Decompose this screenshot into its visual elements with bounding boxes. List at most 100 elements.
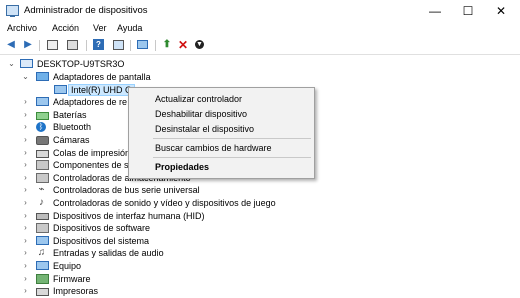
chevron-right-icon[interactable]: ›	[22, 197, 29, 209]
help-icon[interactable]: ?	[93, 39, 105, 51]
uninstall-icon[interactable]: ✕	[177, 39, 189, 51]
menu-separator	[153, 157, 311, 158]
chevron-down-icon[interactable]: ⌄	[22, 71, 29, 83]
battery-icon	[36, 111, 49, 120]
toolbar: ◀ ▶ ? ⬆ ✕ ▼	[0, 37, 520, 55]
chevron-right-icon[interactable]: ›	[22, 260, 29, 272]
tree-root[interactable]: ⌄ DESKTOP-U9TSR3O	[0, 58, 520, 71]
tree-category-item[interactable]: › Equipo	[0, 260, 520, 273]
tree-category-item[interactable]: › ⌁ Controladoras de bus serie universal	[0, 184, 520, 197]
chevron-right-icon[interactable]: ›	[22, 172, 29, 184]
tree-item-label: Firmware	[53, 273, 91, 284]
back-icon[interactable]: ◀	[5, 39, 17, 51]
tree-item-label: Controladoras de sonido y vídeo y dispos…	[53, 198, 276, 208]
display-adapter-icon	[36, 72, 49, 81]
tree-item-label: Colas de impresión	[53, 147, 131, 158]
menu-accion[interactable]: Acción	[52, 23, 79, 33]
scan-icon[interactable]	[136, 39, 148, 51]
window-title: Administrador de dispositivos	[24, 5, 148, 16]
close-button[interactable]: ✕	[484, 0, 518, 22]
chevron-right-icon[interactable]: ›	[22, 159, 29, 171]
tree-item-label: Equipo	[53, 261, 82, 271]
chevron-right-icon[interactable]: ›	[22, 247, 29, 259]
tree-item-label: Dispositivos de software	[53, 223, 151, 234]
action-view-icon[interactable]	[112, 39, 124, 51]
menu-bar: Archivo Acción Ver Ayuda	[0, 22, 520, 36]
add-driver-icon[interactable]: ⬆	[161, 39, 173, 51]
update-icon[interactable]: ▼	[194, 39, 206, 51]
tree-category-item[interactable]: › ♫ Entradas y salidas de audio	[0, 247, 520, 260]
tree-item-label: Intel(R) UHD G	[68, 83, 136, 97]
tree-item-label: Cámaras	[53, 135, 90, 145]
menu-item-disable-device[interactable]: Deshabilitar dispositivo	[155, 109, 247, 119]
software-device-icon	[36, 223, 49, 234]
context-menu: Actualizar controlador Deshabilitar disp…	[128, 87, 315, 179]
chevron-right-icon[interactable]: ›	[22, 273, 29, 285]
chevron-right-icon[interactable]: ›	[22, 235, 29, 247]
menu-item-properties[interactable]: Propiedades	[155, 162, 209, 172]
device-manager-icon	[6, 5, 19, 17]
tree-item-label: Entradas y salidas de audio	[53, 248, 164, 259]
menu-archivo[interactable]: Archivo	[7, 23, 37, 33]
bluetooth-icon: ᛒ	[36, 122, 46, 133]
chevron-right-icon[interactable]: ›	[22, 210, 29, 222]
menu-item-update-driver[interactable]: Actualizar controlador	[155, 94, 242, 104]
menu-ver[interactable]: Ver	[93, 23, 107, 33]
tree-item-label: Dispositivos de interfaz humana (HID)	[53, 210, 205, 221]
tree-item-label: Baterías	[53, 109, 87, 120]
tree-item-label: Impresoras	[53, 286, 99, 297]
storage-controller-icon	[36, 172, 49, 183]
title-bar: Administrador de dispositivos — ☐ ✕	[0, 0, 520, 22]
tree-root-label: DESKTOP-U9TSR3O	[37, 59, 125, 69]
forward-icon[interactable]: ▶	[22, 39, 34, 51]
tree-item-label: Adaptadores de re	[53, 97, 128, 108]
chevron-right-icon[interactable]: ›	[22, 121, 29, 133]
tree-category-item[interactable]: › Impresoras	[0, 285, 520, 298]
show-hidden-icon[interactable]	[66, 39, 78, 51]
tree-category-item[interactable]: › Dispositivos de interfaz humana (HID)	[0, 210, 520, 223]
monitor-icon	[54, 84, 67, 94]
chevron-right-icon[interactable]: ›	[22, 285, 29, 297]
firmware-icon	[36, 273, 49, 284]
software-component-icon	[36, 160, 49, 171]
hid-icon	[36, 212, 49, 220]
tree-category-item[interactable]: › Firmware	[0, 273, 520, 286]
menu-separator	[153, 138, 311, 139]
maximize-button[interactable]: ☐	[451, 0, 485, 22]
menu-ayuda[interactable]: Ayuda	[117, 23, 142, 33]
properties-icon[interactable]	[46, 39, 58, 51]
system-device-icon	[36, 235, 49, 245]
tree-category-item[interactable]: ⌄ Adaptadores de pantalla	[0, 71, 520, 84]
network-adapter-icon	[36, 97, 49, 107]
menu-item-scan-hardware[interactable]: Buscar cambios de hardware	[155, 143, 272, 153]
sound-icon: ♪	[39, 197, 44, 208]
chevron-right-icon[interactable]: ›	[22, 222, 29, 234]
toolbar-separator	[155, 40, 156, 51]
toolbar-separator	[130, 40, 131, 51]
minimize-button[interactable]: —	[418, 0, 452, 22]
tree-category-item[interactable]: › Dispositivos del sistema	[0, 235, 520, 248]
computer-icon	[20, 59, 33, 68]
tree-item-label: Bluetooth	[53, 122, 92, 133]
chevron-right-icon[interactable]: ›	[22, 96, 29, 108]
chevron-down-icon[interactable]: ⌄	[8, 58, 15, 70]
tree-item-label: Adaptadores de pantalla	[53, 72, 151, 82]
tree-category-item[interactable]: › ♪ Controladoras de sonido y vídeo y disp…	[0, 197, 520, 210]
camera-icon	[36, 136, 49, 145]
usb-icon: ⌁	[38, 184, 45, 196]
toolbar-separator	[39, 40, 40, 51]
chevron-right-icon[interactable]: ›	[22, 134, 29, 146]
menu-item-uninstall-device[interactable]: Desinstalar el dispositivo	[155, 124, 254, 134]
printer-icon	[36, 288, 49, 297]
chevron-right-icon[interactable]: ›	[22, 184, 29, 196]
chevron-right-icon[interactable]: ›	[22, 147, 29, 159]
tree-item-label: Dispositivos del sistema	[53, 235, 150, 246]
tree-item-label: Controladoras de bus serie universal	[53, 185, 200, 196]
print-queue-icon	[36, 149, 49, 158]
chevron-right-icon[interactable]: ›	[22, 109, 29, 121]
tree-item-label: Componentes de s	[53, 160, 129, 171]
tree-category-item[interactable]: › Dispositivos de software	[0, 222, 520, 235]
computer-icon	[36, 261, 49, 270]
toolbar-separator	[86, 40, 87, 51]
audio-io-icon: ♫	[37, 247, 46, 259]
